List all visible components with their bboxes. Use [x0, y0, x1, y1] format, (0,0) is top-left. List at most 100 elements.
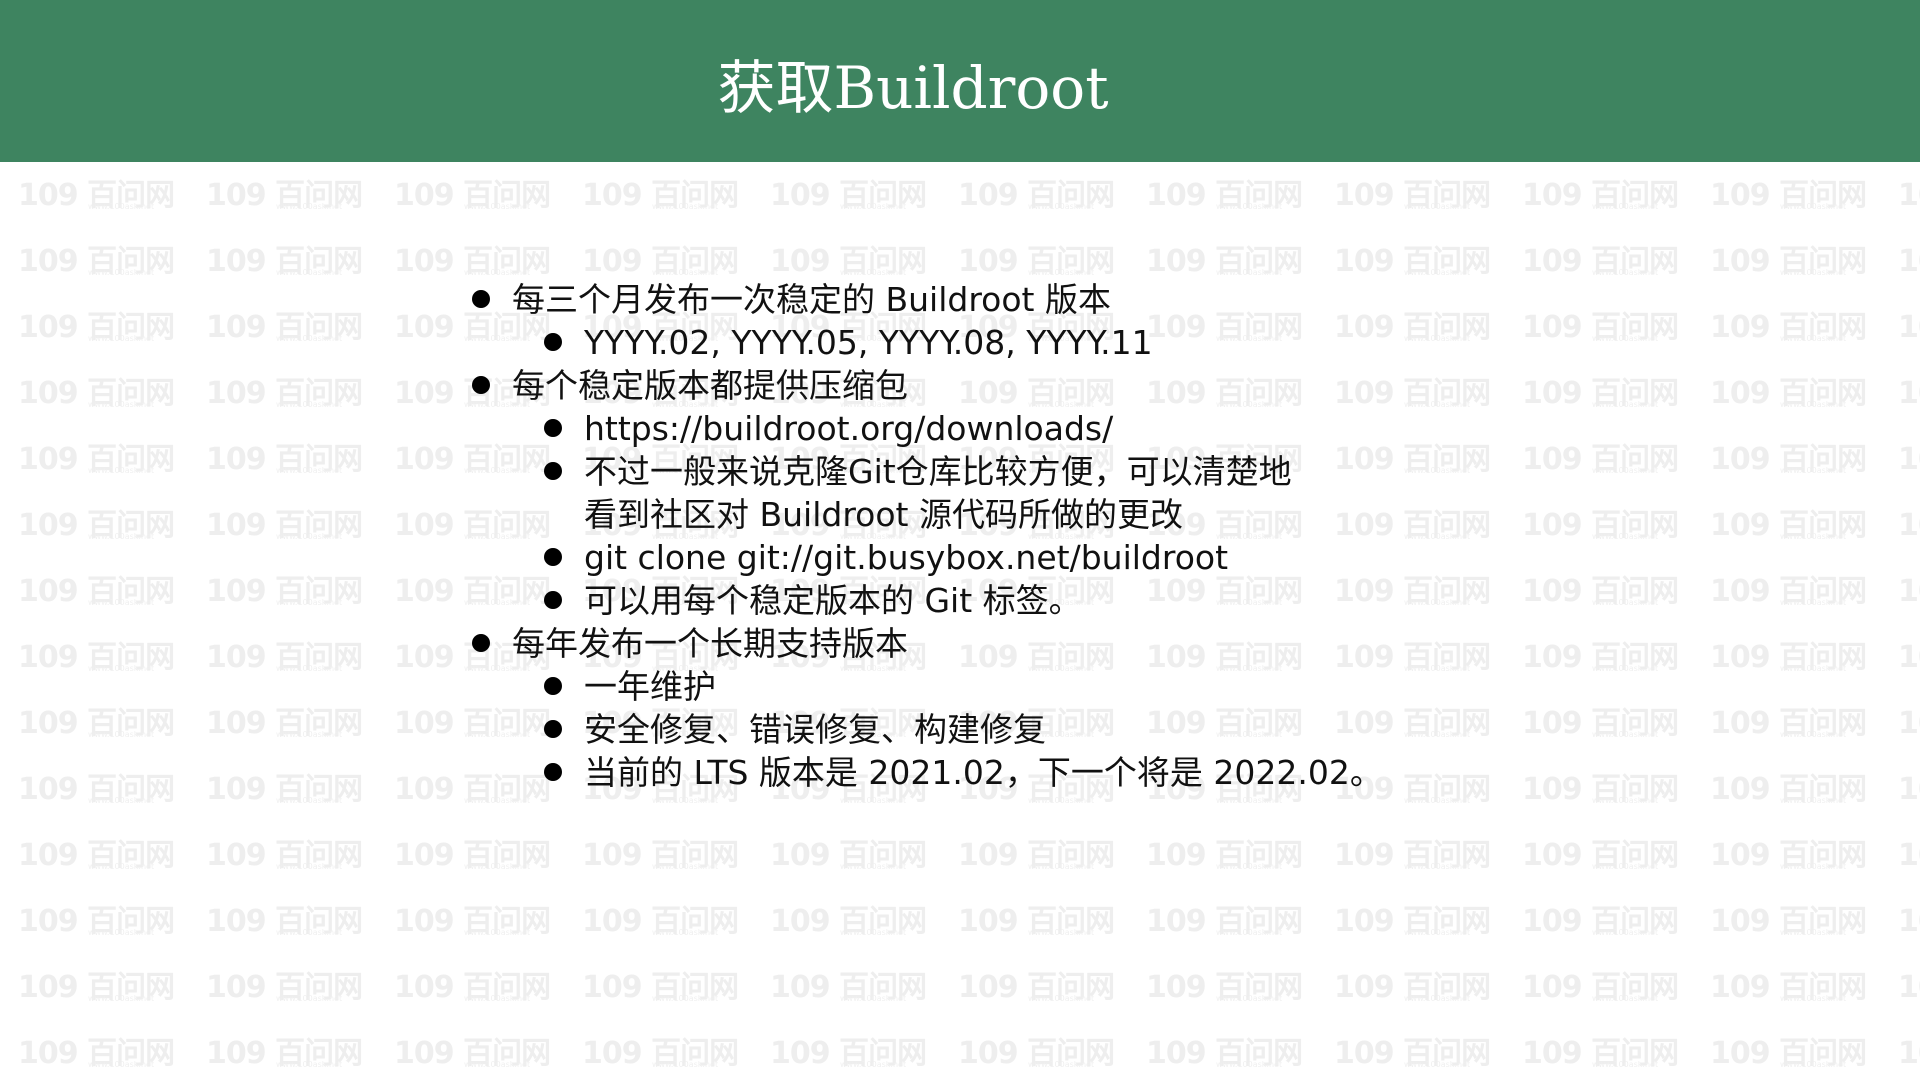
watermark-tile: 109 百问网www.100ask.net [940, 820, 1128, 880]
watermark-tile: 109 百问网www.100ask.net [0, 358, 188, 418]
watermark-tile: 109 百问网www.100ask.net [1880, 952, 1920, 1012]
watermark-tile: 109 百问网www.100ask.net [1504, 160, 1692, 220]
watermark-url: www.100ask.net [88, 664, 155, 673]
watermark-url: www.100ask.net [464, 994, 531, 1003]
watermark-url: www.100ask.net [1028, 202, 1095, 211]
watermark-tile: 109 百问网www.100ask.net [188, 622, 376, 682]
bullet-continuation: 看到社区对 Buildroot 源代码所做的更改 [468, 493, 1768, 536]
watermark-tile: 109 百问网www.100ask.net [376, 820, 564, 880]
watermark-url: www.100ask.net [1592, 202, 1659, 211]
bullet-text: 不过一般来说克隆Git仓库比较方便，可以清楚地 [584, 452, 1292, 491]
watermark-logo: 109 百问网 [1898, 1036, 1920, 1071]
watermark-tile: 109 百问网www.100ask.net [752, 952, 940, 1012]
bullet-item: 可以用每个稳定版本的 Git 标签。 [468, 579, 1768, 622]
watermark-url: www.100ask.net [464, 1060, 531, 1069]
watermark-logo: 109 百问网 [1898, 376, 1920, 411]
watermark-tile: 109 百问网www.100ask.net [1880, 292, 1920, 352]
watermark-url: www.100ask.net [840, 202, 907, 211]
watermark-tile: 109 百问网www.100ask.net [188, 160, 376, 220]
bullet-item: 当前的 LTS 版本是 2021.02，下一个将是 2022.02。 [468, 751, 1768, 794]
watermark-url: www.100ask.net [1780, 400, 1847, 409]
watermark-url: www.100ask.net [464, 796, 531, 805]
watermark-url: www.100ask.net [652, 1060, 719, 1069]
watermark-url: www.100ask.net [464, 928, 531, 937]
watermark-url: www.100ask.net [652, 862, 719, 871]
watermark-logo: 109 百问网 [1898, 508, 1920, 543]
watermark-url: www.100ask.net [276, 796, 343, 805]
watermark-row: 109 百问网 www.100ask.net 109 百问网 www.100ask.n… [0, 820, 1920, 880]
watermark-tile: 109 百问网www.100ask.net [1692, 820, 1880, 880]
watermark-logo: 109 百问网 [1898, 772, 1920, 807]
watermark-url: www.100ask.net [1592, 862, 1659, 871]
watermark-tile: 109 百问网www.100ask.net [0, 754, 188, 814]
watermark-url: www.100ask.net [1216, 1060, 1283, 1069]
watermark-tile: 109 百问网www.100ask.net [752, 160, 940, 220]
watermark-logo: 109 百问网 [1898, 640, 1920, 675]
watermark-url: www.100ask.net [1216, 928, 1283, 937]
watermark-logo: 109 百问网 [1898, 970, 1920, 1005]
watermark-tile: 109 百问网www.100ask.net [564, 226, 752, 286]
title-banner: 获取Buildroot [0, 0, 1920, 162]
watermark-url: www.100ask.net [88, 400, 155, 409]
bullet-text: YYYY.02, YYYY.05, YYYY.08, YYYY.11 [584, 323, 1153, 362]
watermark-url: www.100ask.net [1404, 928, 1471, 937]
watermark-url: www.100ask.net [1404, 994, 1471, 1003]
watermark-tile: 109 百问网www.100ask.net [1880, 754, 1920, 814]
watermark-tile: 109 百问网www.100ask.net [1128, 952, 1316, 1012]
watermark-row: 109 百问网 www.100ask.net 109 百问网 www.100ask.n… [0, 160, 1920, 220]
watermark-url: www.100ask.net [276, 928, 343, 937]
watermark-logo: 109 百问网 [1898, 838, 1920, 873]
watermark-url: www.100ask.net [1780, 796, 1847, 805]
watermark-url: www.100ask.net [652, 268, 719, 277]
bullet-dot-icon [544, 677, 562, 695]
watermark-url: www.100ask.net [840, 1060, 907, 1069]
bullet-item: 每三个月发布一次稳定的 Buildroot 版本 [468, 278, 1768, 321]
watermark-url: www.100ask.net [88, 862, 155, 871]
watermark-tile: 109 百问网www.100ask.net [1504, 226, 1692, 286]
watermark-tile: 109 百问网www.100ask.net [1128, 886, 1316, 946]
watermark-tile: 109 百问网www.100ask.net [376, 886, 564, 946]
bullet-text: 一年维护 [584, 667, 716, 706]
watermark-logo: 109 百问网 [1898, 442, 1920, 477]
watermark-url: www.100ask.net [1404, 1060, 1471, 1069]
bullet-item: 一年维护 [468, 665, 1768, 708]
watermark-url: www.100ask.net [1028, 1060, 1095, 1069]
watermark-tile: 109 百问网www.100ask.net [752, 820, 940, 880]
watermark-url: www.100ask.net [1404, 862, 1471, 871]
watermark-tile: 109 百问网www.100ask.net [1880, 886, 1920, 946]
watermark-tile: 109 百问网www.100ask.net [752, 886, 940, 946]
watermark-tile: 109 百问网www.100ask.net [940, 226, 1128, 286]
watermark-tile: 109 百问网www.100ask.net [1128, 820, 1316, 880]
watermark-logo: 109 百问网 [1898, 904, 1920, 939]
watermark-tile: 109 百问网www.100ask.net [188, 688, 376, 748]
bullet-text: 每个稳定版本都提供压缩包 [512, 366, 908, 405]
watermark-url: www.100ask.net [652, 994, 719, 1003]
watermark-url: www.100ask.net [88, 730, 155, 739]
watermark-url: www.100ask.net [276, 1060, 343, 1069]
watermark-url: www.100ask.net [276, 730, 343, 739]
watermark-tile: 109 百问网www.100ask.net [0, 160, 188, 220]
watermark-url: www.100ask.net [1216, 994, 1283, 1003]
watermark-tile: 109 百问网www.100ask.net [752, 1018, 940, 1078]
bullet-dot-icon [472, 634, 490, 652]
watermark-tile: 109 百问网www.100ask.net [188, 424, 376, 484]
watermark-tile: 109 百问网www.100ask.net [0, 952, 188, 1012]
watermark-tile: 109 百问网www.100ask.net [0, 490, 188, 550]
watermark-url: www.100ask.net [1780, 598, 1847, 607]
watermark-tile: 109 百问网www.100ask.net [0, 1018, 188, 1078]
watermark-row: 109 百问网 www.100ask.net 109 百问网 www.100ask.n… [0, 952, 1920, 1012]
watermark-url: www.100ask.net [1404, 796, 1471, 805]
watermark-tile: 109 百问网www.100ask.net [940, 952, 1128, 1012]
watermark-url: www.100ask.net [1216, 268, 1283, 277]
watermark-url: www.100ask.net [652, 202, 719, 211]
watermark-row: 109 百问网 www.100ask.net 109 百问网 www.100ask.n… [0, 226, 1920, 286]
watermark-url: www.100ask.net [840, 994, 907, 1003]
bullet-dot-icon [544, 333, 562, 351]
watermark-tile: 109 百问网www.100ask.net [1504, 820, 1692, 880]
watermark-url: www.100ask.net [1780, 466, 1847, 475]
watermark-tile: 109 百问网www.100ask.net [1692, 886, 1880, 946]
watermark-tile: 109 百问网www.100ask.net [1504, 1018, 1692, 1078]
watermark-url: www.100ask.net [88, 994, 155, 1003]
watermark-tile: 109 百问网www.100ask.net [1128, 226, 1316, 286]
watermark-tile: 109 百问网www.100ask.net [1692, 160, 1880, 220]
